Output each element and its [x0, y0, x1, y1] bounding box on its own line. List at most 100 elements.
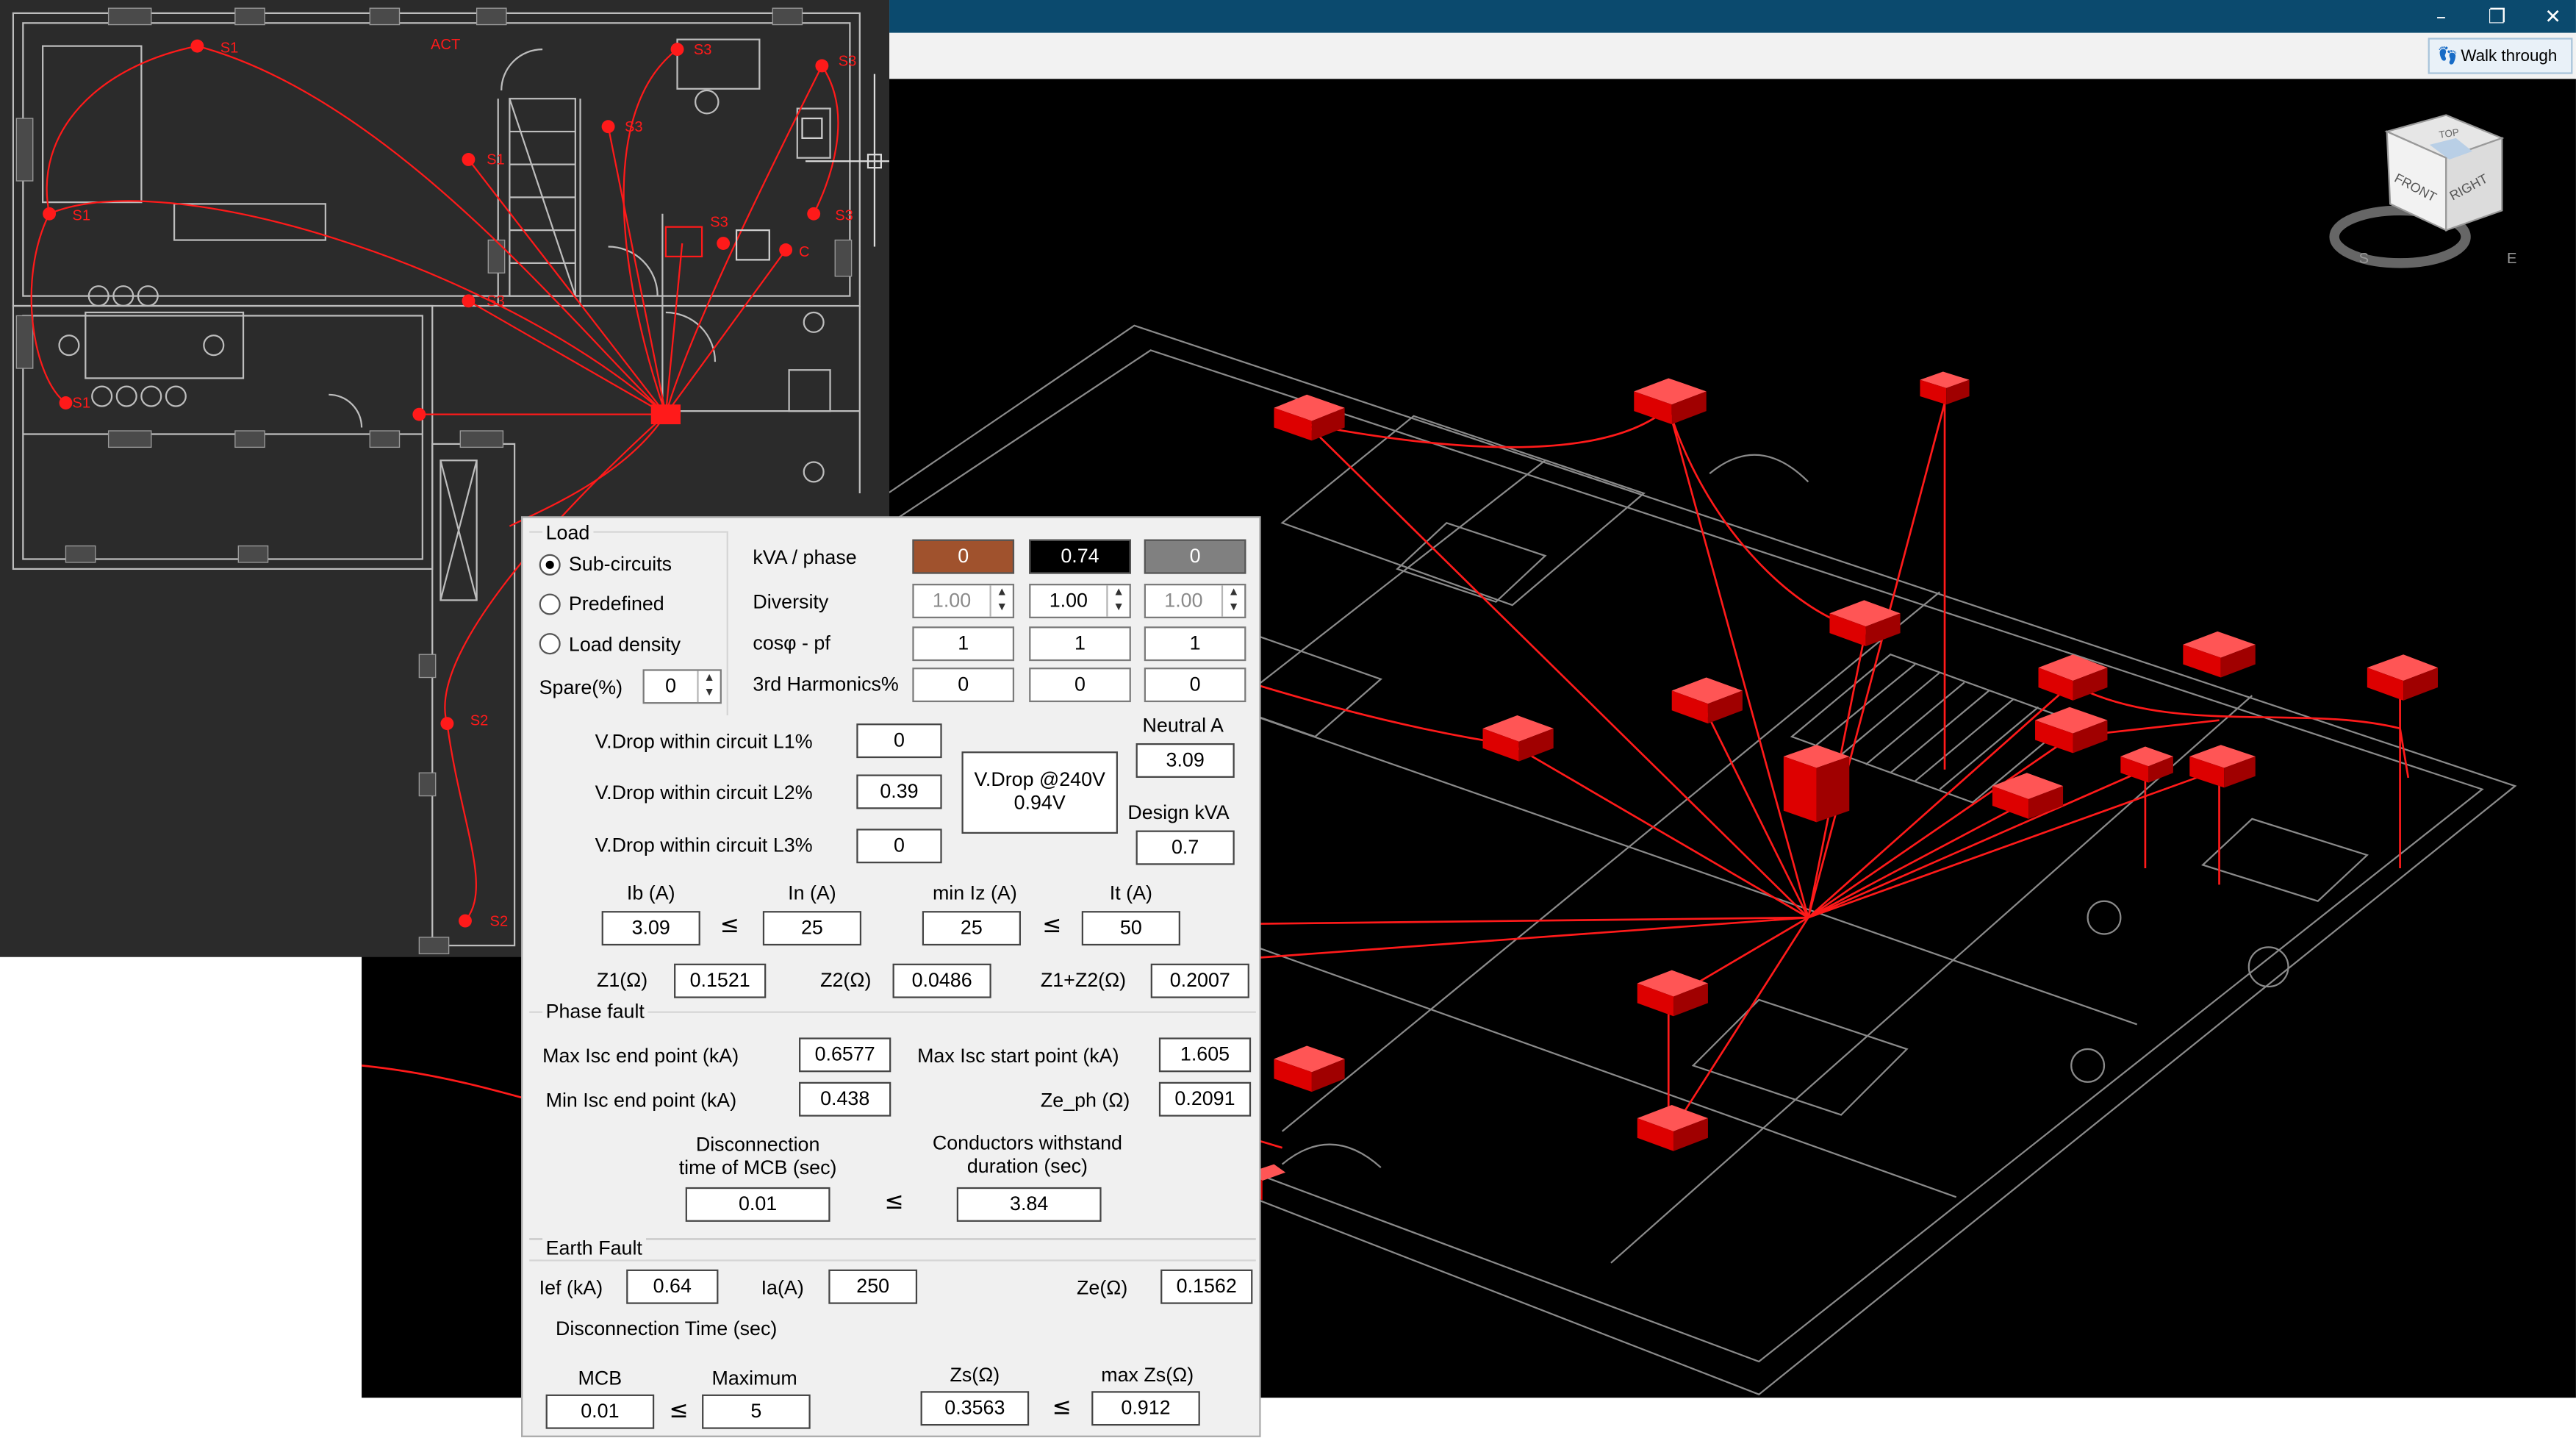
- chair: [115, 385, 137, 407]
- plan-label: S1: [72, 396, 90, 412]
- plan-label: S2: [490, 913, 509, 929]
- diversity-l1-stepper[interactable]: 1.00 ▲ ▼: [912, 584, 1015, 618]
- cable: [1807, 801, 2026, 919]
- cos-l3-value[interactable]: 1: [1144, 626, 1246, 662]
- kitchen-unit: [2201, 818, 2369, 902]
- diversity-l3-arrows[interactable]: ▲ ▼: [1221, 585, 1244, 617]
- device-boxes: [1249, 371, 2439, 1201]
- diversity-l3-value[interactable]: 1.00: [1146, 585, 1221, 616]
- ib-value: 3.09: [601, 911, 700, 946]
- down-arrow-icon[interactable]: ▼: [991, 600, 1013, 615]
- compass-east[interactable]: E: [2507, 251, 2516, 267]
- maximum-label: Maximum: [711, 1366, 797, 1390]
- conductors-withstand-line1: Conductors withstand: [932, 1131, 1123, 1155]
- max-isc-end-label: Max Isc end point (kA): [542, 1044, 739, 1067]
- plan-label: S1: [487, 152, 505, 168]
- up-arrow-icon[interactable]: ▲: [699, 671, 720, 686]
- cos-pf-label: cosφ - pf: [753, 631, 830, 655]
- disconnection-mcb-line1: Disconnection: [695, 1133, 820, 1156]
- circuit-line: [467, 300, 667, 415]
- sub-circuits-radio[interactable]: [539, 554, 561, 576]
- compass-south[interactable]: S: [2359, 251, 2369, 267]
- diversity-l2-value[interactable]: 1.00: [1030, 585, 1106, 616]
- spare-stepper-arrows[interactable]: ▲ ▼: [697, 670, 720, 703]
- plan-label: ACT: [431, 37, 460, 53]
- plan-label: S1: [72, 208, 90, 224]
- design-kva-label: Design kVA: [1127, 801, 1230, 824]
- kva-l2-value[interactable]: 0.74: [1029, 539, 1131, 574]
- kva-l3-value[interactable]: 0: [1144, 539, 1246, 574]
- sofa: [42, 45, 143, 204]
- close-button[interactable]: ✕: [2533, 1, 2573, 31]
- in-label: In (A): [788, 881, 836, 905]
- cos-l2-value[interactable]: 1: [1029, 626, 1131, 662]
- down-arrow-icon[interactable]: ▼: [1108, 600, 1130, 615]
- spare-label: Spare(%): [539, 676, 623, 699]
- switch-marker: [815, 59, 829, 73]
- diversity-l1-value[interactable]: 1.00: [914, 585, 990, 616]
- load-density-radio[interactable]: [539, 633, 561, 655]
- le-symbol: ≤: [1052, 1394, 1072, 1421]
- restore-button[interactable]: ❐: [2478, 1, 2517, 31]
- plan-label: S3: [625, 119, 643, 135]
- cable: [1306, 423, 1809, 919]
- disconnection-mcb-value: 0.01: [685, 1187, 830, 1222]
- sub-circuits-label[interactable]: Sub-circuits: [569, 553, 672, 576]
- diversity-l1-arrows[interactable]: ▲ ▼: [989, 585, 1013, 617]
- load-density-label[interactable]: Load density: [569, 633, 681, 656]
- predefined-label[interactable]: Predefined: [569, 592, 664, 615]
- max-zs-value: 0.912: [1091, 1391, 1200, 1426]
- diversity-l3-stepper[interactable]: 1.00 ▲ ▼: [1144, 584, 1246, 618]
- up-arrow-icon[interactable]: ▲: [1108, 585, 1130, 600]
- vdrop-summary-title: V.Drop @240V: [974, 768, 1105, 791]
- up-arrow-icon[interactable]: ▲: [991, 585, 1013, 600]
- wall-line: [1281, 591, 1941, 1132]
- device-box: [2189, 745, 2256, 788]
- phase-fault-title: Phase fault: [542, 999, 648, 1023]
- device-box: [2035, 707, 2108, 754]
- device-box: [1920, 371, 1970, 405]
- device-box: [2038, 654, 2108, 701]
- view-cube[interactable]: TOP FRONT RIGHT S E: [2329, 114, 2516, 268]
- walk-through-button[interactable]: 👣 Walk through: [2428, 37, 2573, 74]
- mcb-label: MCB: [578, 1366, 623, 1390]
- it-label: It (A): [1109, 881, 1152, 905]
- spare-stepper[interactable]: 0 ▲ ▼: [642, 669, 722, 704]
- up-arrow-icon[interactable]: ▲: [1223, 585, 1244, 600]
- harmonics-l1-value[interactable]: 0: [912, 668, 1015, 703]
- fixture: [2087, 900, 2122, 935]
- device-box: [1637, 970, 1708, 1017]
- harmonics-l3-value[interactable]: 0: [1144, 668, 1246, 703]
- spare-value[interactable]: 0: [645, 671, 697, 702]
- down-arrow-icon[interactable]: ▼: [699, 686, 720, 701]
- kva-l1-value[interactable]: 0: [912, 539, 1015, 574]
- min-iz-label: min Iz (A): [932, 881, 1017, 905]
- vdrop-l1-value: 0: [856, 723, 942, 759]
- vdrop-l3-value: 0: [856, 829, 942, 864]
- cos-l1-value[interactable]: 1: [912, 626, 1015, 662]
- minimize-button[interactable]: –: [2422, 1, 2461, 31]
- window: [369, 430, 401, 448]
- load-group-title: Load: [542, 521, 593, 545]
- device-box: [1482, 715, 1554, 762]
- chair: [58, 335, 80, 357]
- switch-marker: [43, 207, 57, 221]
- switch-marker: [601, 120, 615, 134]
- basin: [788, 369, 831, 412]
- ia-label: Ia(A): [761, 1276, 804, 1299]
- window: [418, 937, 450, 954]
- kva-label: kVA / phase: [753, 545, 857, 569]
- predefined-radio[interactable]: [539, 593, 561, 615]
- window: [487, 239, 506, 273]
- ief-label: Ief (kA): [539, 1276, 603, 1299]
- neutral-label: Neutral A: [1142, 713, 1224, 737]
- diversity-l2-stepper[interactable]: 1.00 ▲ ▼: [1029, 584, 1131, 618]
- plan-label: S1: [220, 40, 239, 57]
- diversity-l2-arrows[interactable]: ▲ ▼: [1106, 585, 1130, 617]
- down-arrow-icon[interactable]: ▼: [1223, 600, 1244, 615]
- disconnection-mcb-label: Disconnection time of MCB (sec): [659, 1133, 856, 1179]
- max-isc-end-value: 0.6577: [799, 1037, 891, 1073]
- viewer-title-bar: – ❐ ✕: [889, 0, 2576, 33]
- circuit-line: [813, 65, 839, 215]
- harmonics-l2-value[interactable]: 0: [1029, 668, 1131, 703]
